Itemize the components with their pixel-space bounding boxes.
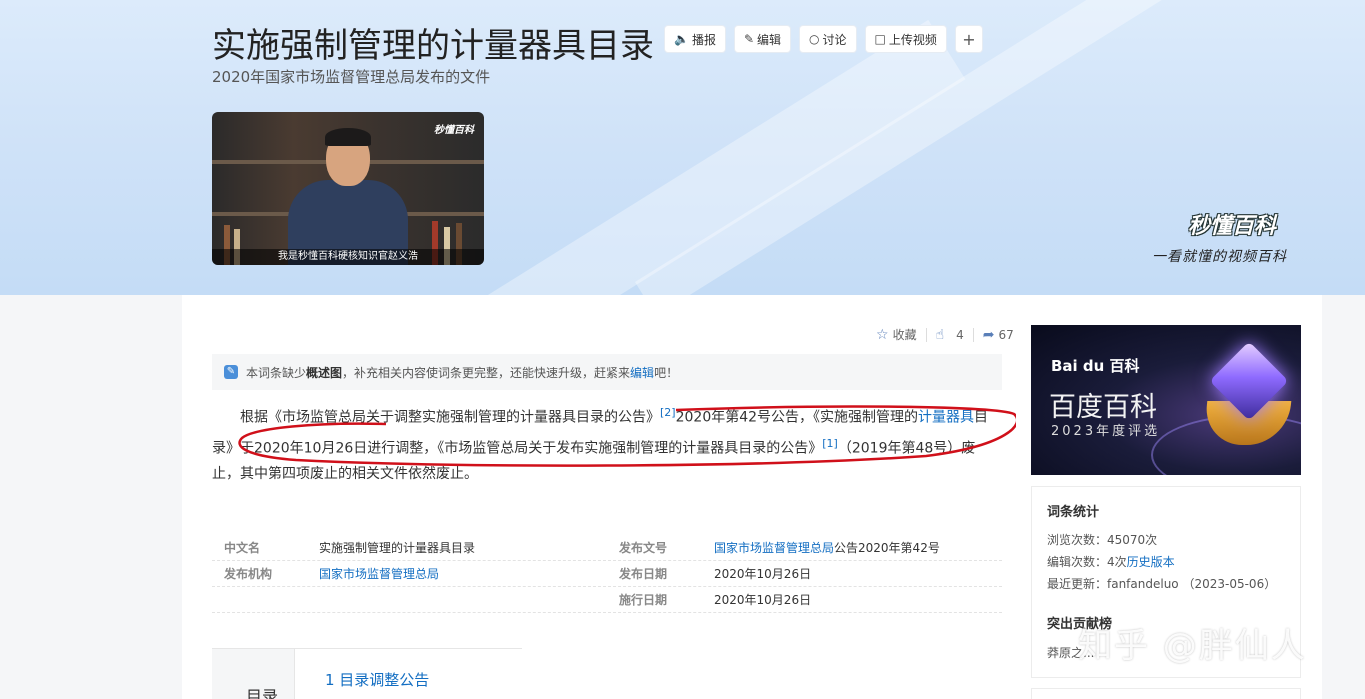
info-row: 中文名 实施强制管理的计量器具目录 发布文号 国家市场监督管理总局公告2020年…	[212, 535, 1002, 561]
presenter-hair	[325, 128, 371, 146]
page-subtitle: 2020年国家市场监督管理总局发布的文件	[212, 68, 491, 86]
chat-bubble-icon: ○	[809, 32, 820, 46]
basic-info-table: 中文名 实施强制管理的计量器具目录 发布文号 国家市场监督管理总局公告2020年…	[212, 535, 1002, 613]
share-button[interactable]: ➦ 67	[983, 327, 1014, 343]
last-updated: 最近更新：fanfandeluo （2023-05-06）	[1047, 577, 1277, 591]
collect-button[interactable]: ☆ 收藏	[876, 326, 917, 343]
info-value: 实施强制管理的计量器具目录	[319, 541, 476, 555]
missing-image-notice: ✎ 本词条缺少概述图，补充相关内容使词条更完整，还能快速升级，赶紧来编辑吧！	[212, 354, 1002, 390]
baidu-baike-logo: Bai du 百科	[1051, 357, 1140, 375]
speaker-icon: 🔈	[674, 32, 689, 46]
thumbs-up-icon: ☝	[935, 326, 945, 343]
like-count: 4	[956, 327, 964, 342]
edit-count: 编辑次数：4次历史版本	[1047, 555, 1175, 569]
edit-label: 编辑	[757, 32, 782, 47]
notice-text: 本词条缺少概述图，补充相关内容使词条更完整，还能快速升级，赶紧来编辑吧！	[246, 365, 679, 380]
info-label: 发布文号	[619, 541, 668, 555]
toc-item[interactable]: 1 目录调整公告	[325, 669, 429, 690]
discuss-label: 讨论	[822, 32, 847, 47]
info-link[interactable]: 国家市场监督管理总局	[714, 541, 834, 555]
info-value: 国家市场监督管理总局公告2020年第42号	[714, 541, 940, 555]
broadcast-button[interactable]: 🔈 播报	[664, 25, 726, 53]
summary-paragraph: 根据《市场监管总局关于调整实施强制管理的计量器具目录的公告》[2]2020年第4…	[212, 406, 989, 483]
brand-slogan: 一看就懂的视频百科	[1152, 249, 1287, 265]
table-of-contents: 目录 1 目录调整公告	[212, 648, 522, 699]
star-icon: ☆	[876, 326, 889, 343]
ad-subtitle: 2023年度评选	[1051, 424, 1161, 439]
upload-video-label: 上传视频	[888, 32, 937, 47]
info-label: 发布日期	[619, 567, 668, 581]
reference-1[interactable]: [1]	[822, 437, 838, 450]
header-banner: 实施强制管理的计量器具目录 2020年国家市场监督管理总局发布的文件 🔈 播报 …	[0, 0, 1365, 295]
link-measuring-instrument[interactable]: 计量器具	[918, 410, 974, 426]
like-button[interactable]: ☝ 4	[936, 327, 964, 343]
page-title: 实施强制管理的计量器具目录	[212, 26, 654, 66]
upload-video-button[interactable]: □ 上传视频	[864, 25, 947, 53]
info-label: 发布机构	[224, 567, 273, 581]
share-count: 67	[998, 327, 1014, 342]
toc-title-box: 目录	[212, 649, 295, 699]
ad-title: 百度百科	[1049, 392, 1157, 423]
annual-selection-banner[interactable]: Bai du 百科 百度百科 2023年度评选	[1031, 325, 1301, 475]
collect-label: 收藏	[892, 328, 917, 342]
discuss-button[interactable]: ○ 讨论	[799, 25, 857, 53]
broadcast-label: 播报	[691, 32, 716, 47]
toc-title: 目录	[246, 687, 279, 699]
share-icon: ➦	[982, 326, 995, 343]
info-value: 2020年10月26日	[714, 593, 812, 607]
reference-2[interactable]: [2]	[660, 406, 676, 419]
zhihu-watermark: 知乎 @胖仙人	[1078, 626, 1307, 666]
info-label: 施行日期	[619, 593, 668, 607]
stats-heading: 词条统计	[1047, 505, 1100, 520]
info-value: 2020年10月26日	[714, 567, 812, 581]
info-row: 发布机构 国家市场监督管理总局 发布日期 2020年10月26日	[212, 561, 1002, 587]
info-link[interactable]: 国家市场监督管理总局	[319, 561, 439, 587]
info-label: 中文名	[224, 541, 261, 555]
divider	[972, 327, 974, 342]
pencil-icon: ✎	[743, 32, 755, 46]
divider	[925, 327, 927, 342]
video-camera-icon: □	[874, 32, 886, 46]
info-row: 施行日期 2020年10月26日	[212, 587, 1002, 613]
presenter-figure	[288, 128, 408, 265]
notice-edit-link[interactable]: 编辑	[630, 366, 654, 380]
entry-actions: ☆ 收藏 ☝ 4 ➦ 67	[876, 326, 1014, 343]
history-link[interactable]: 历史版本	[1127, 555, 1175, 569]
video-thumbnail[interactable]: 秒懂百科 我是秒懂百科硬核知识官赵义浩	[212, 112, 484, 265]
edit-button[interactable]: ✎ 编辑	[733, 25, 792, 53]
video-logo: 秒懂百科	[434, 125, 474, 136]
add-button[interactable]: +	[954, 25, 983, 53]
sidebar-panel	[1031, 688, 1301, 699]
title-toolbar: 🔈 播报 ✎ 编辑 ○ 讨论 □ 上传视频 +	[664, 25, 983, 53]
video-caption: 我是秒懂百科硬核知识官赵义浩	[212, 249, 484, 265]
view-count: 浏览次数：45070次	[1047, 533, 1158, 547]
pencil-icon: ✎	[224, 365, 238, 379]
plus-icon: +	[962, 29, 976, 49]
brand-logo: 秒懂百科	[1188, 214, 1277, 239]
